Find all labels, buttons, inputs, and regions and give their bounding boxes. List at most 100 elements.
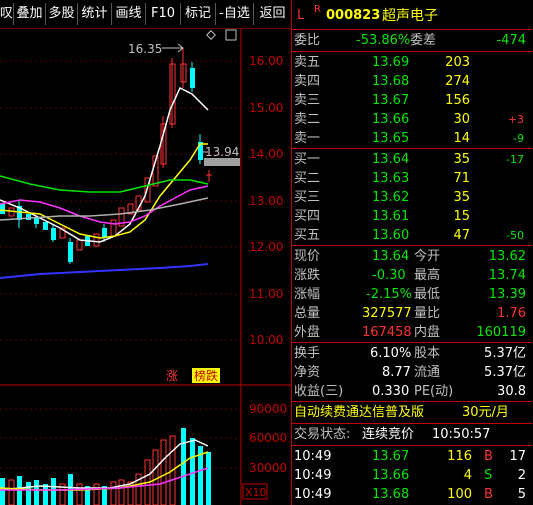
ratio-value: -53.86% [356, 33, 411, 48]
turnover-rate: 6.10% [370, 346, 412, 361]
current-price: 13.64 [372, 249, 410, 264]
divider [292, 51, 532, 52]
price-axis-label: 10.00 [249, 333, 283, 347]
window-close-icon[interactable] [225, 29, 237, 41]
bid-level-2[interactable]: 买二 13.63 71 [292, 169, 530, 188]
bid-price: 13.63 [372, 171, 410, 186]
tick-price: 13.67 [372, 449, 410, 464]
fund-row-eps: 收益(三) 0.330 PE(动) 30.8 [292, 382, 530, 401]
price-change: -0.30 [372, 268, 406, 283]
ask-volume: 30 [453, 112, 470, 127]
left-flag: L [297, 8, 305, 23]
ask-level-5[interactable]: 卖五 13.69 203 [292, 53, 530, 72]
price-axis-label: 14.00 [249, 147, 283, 161]
pe-ratio: 30.8 [497, 384, 526, 399]
quote-panel: L R 000823 超声电子 委比 -53.86% 委差 -474 卖五 13… [291, 0, 533, 505]
tick-row[interactable]: 10:49 13.67 116 B 17 [292, 447, 530, 466]
stock-header: L R 000823 超声电子 [292, 4, 530, 27]
tick-count: 17 [509, 449, 526, 464]
candle-up [110, 219, 117, 237]
tick-volume: 4 [463, 468, 472, 483]
quote-row-outer: 外盘 167458 内盘 160119 [292, 323, 530, 342]
remove-watchlist-button[interactable]: -自选 [216, 3, 254, 25]
price-axis-label: 16.00 [249, 54, 283, 68]
subscription-text[interactable]: 自动续费通达信普及版 [294, 403, 424, 422]
outer-volume: 167458 [362, 325, 412, 340]
status-value: 连续竞价 [362, 427, 415, 442]
ask-label: 卖三 [294, 93, 321, 108]
volume-axis-label: 60000 [249, 431, 287, 445]
ask-level-4[interactable]: 卖四 13.68 274 [292, 72, 530, 91]
ask-label: 卖五 [294, 55, 321, 70]
price-axis-label: 12.00 [249, 240, 283, 254]
price-axis-label: 15.00 [249, 101, 283, 115]
tick-time: 10:49 [294, 468, 332, 483]
statistics-button[interactable]: 统计 [78, 3, 112, 25]
divider [292, 148, 532, 149]
quote-label: 最低 [414, 287, 441, 302]
tick-row[interactable]: 10:49 13.68 100 B 5 [292, 485, 530, 504]
bid-level-4[interactable]: 买四 13.61 15 [292, 207, 530, 226]
candle-down [0, 204, 5, 214]
status-time: 10:50:57 [432, 427, 491, 442]
f10-button[interactable]: F10 [146, 3, 181, 25]
fund-label: 收益(三) [294, 384, 344, 399]
eps: 0.330 [372, 384, 410, 399]
bid-volume: 35 [453, 152, 470, 167]
bid-price: 13.61 [372, 209, 410, 224]
bid-label: 买一 [294, 152, 321, 167]
multi-stock-button[interactable]: 多股 [46, 3, 78, 25]
bid-label: 买三 [294, 190, 321, 205]
rank-tag[interactable]: 榜跌 [194, 368, 218, 383]
diff-value: -474 [496, 33, 526, 48]
bid-volume: 71 [453, 171, 470, 186]
ma-yellow [0, 143, 208, 239]
subscription-price[interactable]: 30元/月 [462, 403, 509, 422]
stock-code: 000823 [326, 8, 381, 23]
fund-label: 股本 [414, 346, 441, 361]
bid-change: -50 [506, 229, 524, 242]
bid-level-5[interactable]: 买五 13.60 47 -50 [292, 226, 530, 245]
tick-row[interactable]: 10:49 13.66 4 S 2 [292, 466, 530, 485]
candle-down [43, 222, 48, 230]
candlestick-chart[interactable]: 16.00 15.00 14.00 13.00 12.00 11.00 10.0… [0, 28, 291, 505]
quote-row-volume: 总量 327577 量比 1.76 [292, 304, 530, 323]
tick-count: 5 [517, 487, 526, 502]
ask-volume: 14 [453, 131, 470, 146]
volume-axis-label: 30000 [249, 461, 287, 475]
candle-down [190, 68, 195, 88]
overlay-button[interactable]: 叠加 [14, 3, 46, 25]
toolbar-item-0[interactable]: 叹 [0, 3, 14, 25]
rise-tag[interactable]: 涨 [166, 368, 178, 383]
candle-down [34, 218, 39, 224]
bid-level-3[interactable]: 买三 13.62 35 [292, 188, 530, 207]
ask-label: 卖二 [294, 112, 321, 127]
fund-label: PE(动) [414, 384, 454, 399]
bid-price: 13.62 [372, 190, 410, 205]
ask-price: 13.68 [372, 74, 410, 89]
back-button[interactable]: 返回 [254, 3, 291, 25]
bid-label: 买二 [294, 171, 321, 186]
ask-price: 13.65 [372, 131, 410, 146]
net-asset: 8.77 [382, 365, 411, 380]
ask-level-2[interactable]: 卖二 13.66 30 +3 [292, 110, 530, 129]
subscription-banner[interactable]: 自动续费通达信普及版 30元/月 [292, 403, 530, 422]
bid-volume: 35 [453, 190, 470, 205]
quote-label: 外盘 [294, 325, 321, 340]
mark-button[interactable]: 标记 [181, 3, 216, 25]
bid-price: 13.64 [372, 152, 410, 167]
bid-level-1[interactable]: 买一 13.64 35 -17 [292, 150, 530, 169]
tick-volume: 100 [447, 487, 472, 502]
diamond-icon[interactable] [206, 30, 216, 40]
tick-side: S [484, 468, 493, 483]
ask-volume: 274 [445, 74, 470, 89]
high-price-label: 16.35 [128, 42, 162, 56]
fund-label: 流通 [414, 365, 441, 380]
ask-level-1[interactable]: 卖一 13.65 14 -9 [292, 129, 530, 148]
divider [292, 445, 532, 446]
candles [0, 48, 212, 264]
current-price-marker [204, 158, 240, 166]
open-price: 13.62 [488, 249, 526, 264]
ask-level-3[interactable]: 卖三 13.67 156 [292, 91, 530, 110]
draw-line-button[interactable]: 画线 [112, 3, 146, 25]
